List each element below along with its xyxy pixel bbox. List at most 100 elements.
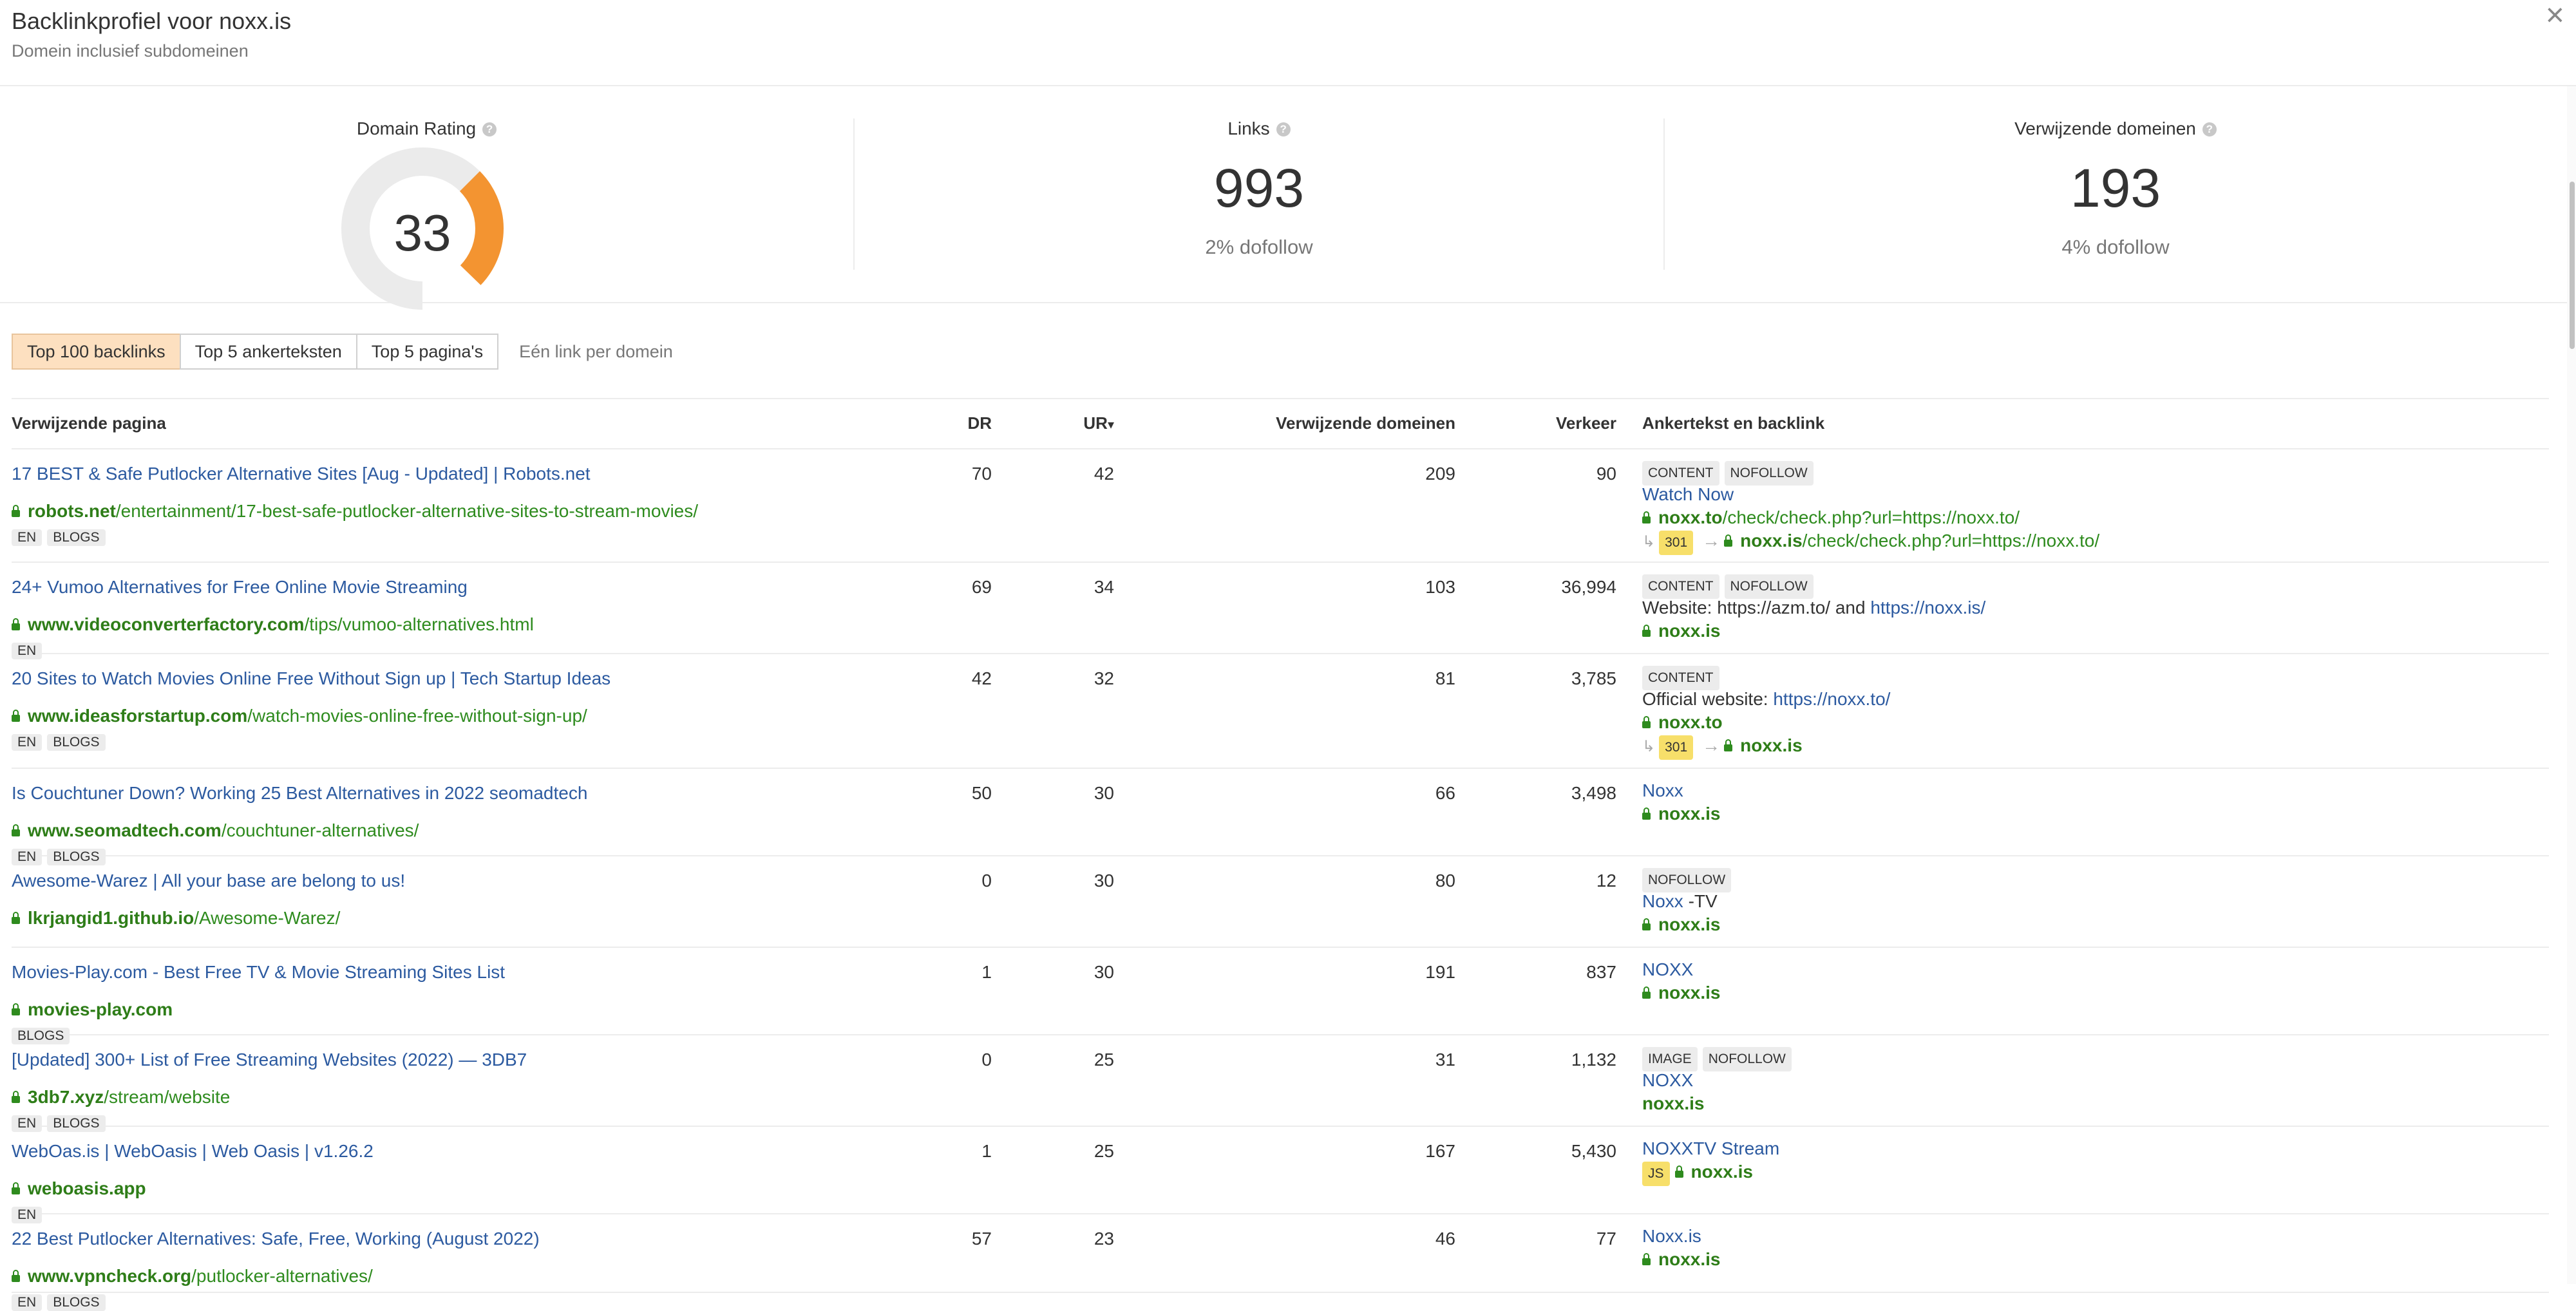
page-title-link[interactable]: Is Couchtuner Down? Working 25 Best Alte… xyxy=(12,783,913,804)
target-url-link[interactable]: noxx.is xyxy=(1642,621,1720,641)
col-referring-page[interactable]: Verwijzende pagina xyxy=(12,413,166,433)
help-icon[interactable]: ? xyxy=(1276,122,1291,137)
target-url-link[interactable]: noxx.is xyxy=(1642,983,1720,1003)
target-domain: noxx.is xyxy=(1690,1162,1753,1182)
redirect-url-link[interactable]: noxx.is xyxy=(1724,735,1803,755)
anchor-text: Official website: xyxy=(1642,689,1774,709)
target-url-link[interactable]: noxx.is xyxy=(1642,804,1720,824)
page-path: /tips/vumoo-alternatives.html xyxy=(304,614,534,634)
anchor-link[interactable]: Watch Now xyxy=(1642,484,1734,504)
dr-value: 42 xyxy=(971,668,992,688)
sort-desc-icon: ▾ xyxy=(1107,418,1114,432)
ur-value: 30 xyxy=(1094,962,1114,982)
page-title-link[interactable]: Movies-Play.com - Best Free TV & Movie S… xyxy=(12,962,913,983)
page-title-link[interactable]: [Updated] 300+ List of Free Streaming We… xyxy=(12,1050,913,1070)
target-url-link[interactable]: noxx.to xyxy=(1642,712,1723,732)
referring-page-cell: Movies-Play.com - Best Free TV & Movie S… xyxy=(12,962,913,1044)
page-title-link[interactable]: 17 BEST & Safe Putlocker Alternative Sit… xyxy=(12,464,913,484)
page-title: Backlinkprofiel voor noxx.is xyxy=(12,8,292,34)
page-tags: EN BLOGS xyxy=(12,730,111,751)
anchor-line: Watch Now xyxy=(1642,483,2531,506)
anchor-badges: NOFOLLOW xyxy=(1642,867,2531,892)
lock-icon xyxy=(12,1182,20,1194)
page-path: /watch-movies-online-free-without-sign-u… xyxy=(247,706,587,726)
page-title-link[interactable]: 22 Best Putlocker Alternatives: Safe, Fr… xyxy=(12,1229,913,1249)
help-icon[interactable]: ? xyxy=(2202,122,2217,137)
target-url-link[interactable]: noxx.is xyxy=(1674,1162,1753,1182)
col-traffic[interactable]: Verkeer xyxy=(1490,413,1616,433)
col-referring-domains[interactable]: Verwijzende domeinen xyxy=(1235,413,1455,433)
referring-domains-stat: Verwijzende domeinen? 193 4% dofollow xyxy=(1665,86,2566,302)
anchor-link[interactable]: NOXXTV Stream xyxy=(1642,1138,1779,1158)
tab-top-5-anchors[interactable]: Top 5 ankerteksten xyxy=(179,334,357,370)
target-url-link[interactable]: noxx.is xyxy=(1642,1249,1720,1269)
page-url-link[interactable]: www.videoconverterfactory.com/tips/vumoo… xyxy=(12,614,534,635)
page-url-link[interactable]: 3db7.xyz/stream/website xyxy=(12,1087,230,1108)
page-url-link[interactable]: lkrjangid1.github.io/Awesome-Warez/ xyxy=(12,908,340,929)
anchor-link[interactable]: https://noxx.is/ xyxy=(1870,598,1985,618)
page-title-link[interactable]: WebOas.is | WebOasis | Web Oasis | v1.26… xyxy=(12,1141,913,1162)
col-ur[interactable]: UR▾ xyxy=(1065,413,1114,433)
traffic-value: 90 xyxy=(1596,464,1616,484)
traffic-value: 3,498 xyxy=(1571,783,1616,803)
anchor-text: Website: https://azm.to/ and xyxy=(1642,598,1871,618)
target-url-link[interactable]: noxx.to/check/check.php?url=https://noxx… xyxy=(1642,507,2020,527)
scrollbar-thumb[interactable] xyxy=(2570,182,2575,349)
anchor-link[interactable]: Noxx.is xyxy=(1642,1226,1701,1246)
table-row: Awesome-Warez | All your base are belong… xyxy=(12,856,2549,948)
redirect-domain: noxx.is xyxy=(1740,735,1803,755)
page-url-link[interactable]: weboasis.app xyxy=(12,1178,146,1199)
domain-rating-value: 33 xyxy=(393,204,451,261)
page-url-link[interactable]: www.seomadtech.com/couchtuner-alternativ… xyxy=(12,820,419,841)
tab-top-5-pages[interactable]: Top 5 pagina's xyxy=(355,334,499,370)
referring-domains-value: 66 xyxy=(1435,783,1455,803)
col-dr[interactable]: DR xyxy=(930,413,992,433)
help-icon[interactable]: ? xyxy=(482,122,497,137)
tag-badge: EN xyxy=(12,734,43,751)
page-url-link[interactable]: www.vpncheck.org/putlocker-alternatives/ xyxy=(12,1266,373,1287)
anchor-backlink-cell: CONTENT Official website: https://noxx.to… xyxy=(1642,665,2531,760)
page-subtitle: Domein inclusief subdomeinen xyxy=(12,41,249,61)
stats-panel: Domain Rating? 33 Links? 993 2% dofollow… xyxy=(0,86,2567,310)
link-type-badge: CONTENT xyxy=(1642,461,1719,486)
target-url-link[interactable]: noxx.is xyxy=(1642,1093,1704,1113)
page-title-link[interactable]: Awesome-Warez | All your base are belong… xyxy=(12,871,913,891)
col-anchor-backlink[interactable]: Ankertekst en backlink xyxy=(1642,413,1824,433)
target-line: noxx.is xyxy=(1642,913,2531,936)
target-domain: noxx.is xyxy=(1658,983,1721,1003)
target-path: /check/check.php?url=https://noxx.to/ xyxy=(1722,507,2020,527)
referring-domains-label-text: Verwijzende domeinen xyxy=(2014,118,2196,138)
target-line: noxx.is xyxy=(1642,1248,2531,1271)
redirect-icon: ↳ xyxy=(1642,738,1656,755)
target-domain: noxx.is xyxy=(1658,804,1721,824)
page-title-link[interactable]: 24+ Vumoo Alternatives for Free Online M… xyxy=(12,577,913,598)
anchor-link[interactable]: Noxx xyxy=(1642,891,1683,911)
redirect-url-link[interactable]: noxx.is/check/check.php?url=https://noxx… xyxy=(1724,531,2099,551)
anchor-link[interactable]: NOXX xyxy=(1642,1070,1693,1090)
anchor-link[interactable]: https://noxx.to/ xyxy=(1773,689,1890,709)
page-title-link[interactable]: 20 Sites to Watch Movies Online Free Wit… xyxy=(12,668,913,689)
target-line: noxx.is xyxy=(1642,802,2531,825)
page-domain: lkrjangid1.github.io xyxy=(28,908,194,928)
page-url-link[interactable]: movies-play.com xyxy=(12,999,173,1020)
page-tags: EN BLOGS xyxy=(12,525,111,546)
close-icon[interactable]: × xyxy=(2546,0,2564,31)
page-url-link[interactable]: www.ideasforstartup.com/watch-movies-onl… xyxy=(12,706,587,726)
referring-page-cell: 17 BEST & Safe Putlocker Alternative Sit… xyxy=(12,464,913,546)
anchor-line: NOXX xyxy=(1642,1069,2531,1092)
page-url-link[interactable]: robots.net/entertainment/17-best-safe-pu… xyxy=(12,501,698,522)
referring-page-cell: 24+ Vumoo Alternatives for Free Online M… xyxy=(12,577,913,659)
link-type-badge: IMAGE xyxy=(1642,1047,1698,1071)
table-row: 22 Best Putlocker Alternatives: Safe, Fr… xyxy=(12,1214,2549,1311)
lock-icon xyxy=(1642,918,1651,930)
anchor-link[interactable]: Noxx xyxy=(1642,780,1683,800)
dr-value: 0 xyxy=(981,871,992,891)
target-url-link[interactable]: noxx.is xyxy=(1642,914,1720,934)
scrollbar[interactable] xyxy=(2567,86,2576,1284)
anchor-link[interactable]: NOXX xyxy=(1642,959,1693,979)
anchor-line: Noxx.is xyxy=(1642,1225,2531,1248)
tab-top-100-backlinks[interactable]: Top 100 backlinks xyxy=(12,334,181,370)
one-link-per-domain-toggle[interactable]: Eén link per domein xyxy=(519,334,673,370)
links-label: Links? xyxy=(855,118,1663,139)
anchor-backlink-cell: Noxx noxx.is xyxy=(1642,779,2531,825)
